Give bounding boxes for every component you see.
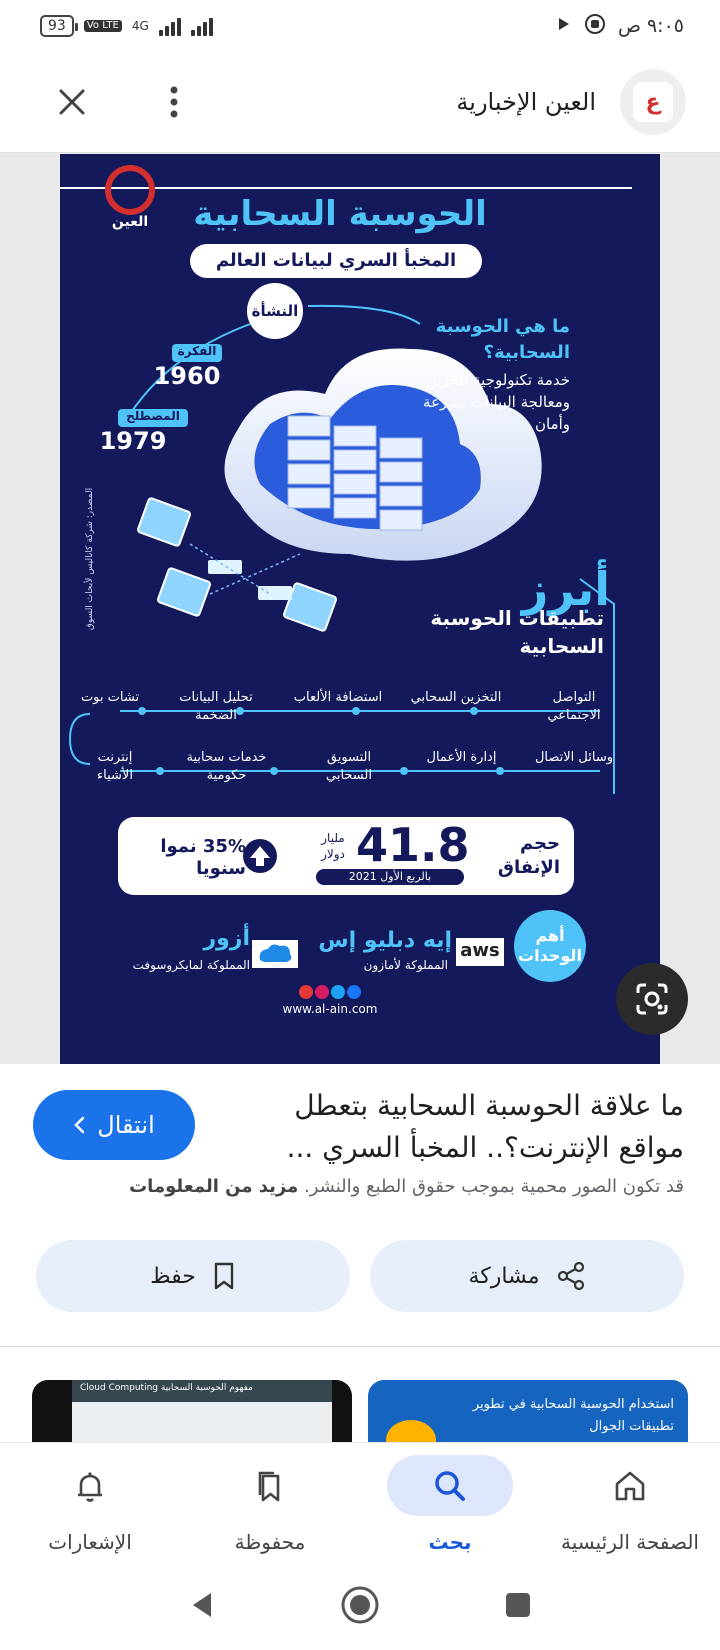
- info-spend-value: 41.8: [356, 818, 470, 872]
- signal-icon: [158, 16, 181, 36]
- infographic-image: العين الحوسبة السحابية المخبأ السري لبيا…: [60, 154, 660, 1064]
- status-bar: 93 Vo LTE 4G ٩:٠٥ ص: [0, 0, 720, 52]
- visit-label: انتقال: [97, 1111, 155, 1139]
- recents-square-icon: [506, 1593, 530, 1617]
- search-icon: [435, 1470, 465, 1501]
- nav-search[interactable]: بحث: [360, 1443, 540, 1554]
- lens-button[interactable]: [616, 963, 688, 1035]
- info-spend-unit: مليار دولار: [321, 831, 345, 861]
- thumb-1-text: استخدام الحوسبة السحابية في تطوير تطبيقا…: [472, 1397, 674, 1434]
- info-spend-period: بالربع الأول 2021: [348, 870, 432, 883]
- app-item: التخزين السحابي: [410, 690, 502, 705]
- info-azure-name: أزور: [203, 926, 250, 951]
- info-apps-title-small: تطبيقات الحوسبة السحابية: [430, 606, 604, 658]
- viewer-header: ع العين الإخبارية: [0, 58, 720, 146]
- back-triangle-icon: [193, 1593, 211, 1617]
- battery-indicator: 93: [40, 15, 78, 37]
- nav-notifications[interactable]: الإشعارات: [0, 1443, 180, 1554]
- system-recents-button[interactable]: [494, 1581, 542, 1629]
- home-circle-icon: [341, 1586, 379, 1624]
- app-item: استضافة الألعاب: [293, 690, 383, 705]
- info-term-label: المصطلح: [126, 409, 180, 423]
- info-units-label: أهم الوحدات: [518, 926, 582, 965]
- network-type: 4G: [131, 19, 149, 33]
- close-button[interactable]: [50, 80, 94, 124]
- nav-home-label: الصفحة الرئيسية: [561, 1530, 699, 1554]
- bottom-navigation: الصفحة الرئيسية بحث محفوظة الإشعارات: [0, 1442, 720, 1554]
- info-spend-label: حجم الإنفاق: [497, 833, 560, 878]
- header-actions: [50, 80, 196, 124]
- system-back-button[interactable]: [178, 1581, 226, 1629]
- record-icon: [584, 13, 606, 40]
- bookmarks-icon: [258, 1471, 280, 1501]
- app-item: إدارة الأعمال: [426, 750, 497, 765]
- copyright-notice: قد تكون الصور محمية بموجب حقوق الطبع وال…: [24, 1176, 684, 1197]
- system-home-button[interactable]: [336, 1581, 384, 1629]
- more-options-button[interactable]: [152, 80, 196, 124]
- copyright-text: قد تكون الصور محمية بموجب حقوق الطبع وال…: [303, 1176, 684, 1197]
- info-azure-owner: المملوكة لمايكروسوفت: [132, 958, 250, 972]
- status-left: 93 Vo LTE 4G: [40, 15, 213, 37]
- source-name: العين الإخبارية: [456, 88, 596, 116]
- info-idea-year: 1960: [153, 362, 221, 390]
- status-time: ٩:٠٥ ص: [617, 15, 684, 37]
- share-button[interactable]: مشاركة: [370, 1240, 684, 1312]
- app-item: تحليل البيانات الضخمة: [179, 690, 253, 723]
- nav-search-label: بحث: [428, 1530, 472, 1554]
- nav-notifications-label: الإشعارات: [48, 1530, 132, 1554]
- source-logo-letter: ع: [645, 89, 661, 115]
- app-item: تشات بوت: [80, 690, 140, 705]
- save-label: حفظ: [150, 1263, 196, 1289]
- more-vert-icon: [170, 86, 178, 118]
- app-item: التسويق السحابي: [326, 750, 372, 783]
- info-title: الحوسبة السحابية: [193, 194, 487, 234]
- signal-icon-2: [190, 16, 213, 36]
- info-answer: خدمة تكنولوجية لتخزين ومعالجة البيانات ب…: [423, 371, 570, 433]
- apps-row-2: وسائل الاتصال إدارة الأعمال التسويق السح…: [80, 749, 620, 785]
- save-button[interactable]: حفظ: [36, 1240, 350, 1312]
- info-subtitle: المخبأ السري لبيانات العالم: [215, 250, 457, 271]
- bell-icon: [78, 1471, 102, 1502]
- volte-badge: Vo LTE: [83, 20, 122, 32]
- divider: [0, 1346, 720, 1347]
- image-preview[interactable]: العين الحوسبة السحابية المخبأ السري لبيا…: [0, 152, 720, 1064]
- info-source-note: المصدر: شركة كاناليس لأبحاث السوق: [85, 487, 95, 631]
- app-item: وسائل الاتصال: [534, 750, 614, 765]
- chevron-left-icon: [74, 1116, 85, 1134]
- info-term-year: 1979: [99, 427, 167, 455]
- app-item: التواصل الاجتماعي: [547, 690, 601, 723]
- info-idea-label: الفكرة: [177, 344, 217, 358]
- info-origin-label: النشأة: [251, 302, 299, 320]
- home-icon: [615, 1471, 645, 1500]
- info-aws-logo: aws: [460, 940, 500, 961]
- system-navigation: [0, 1560, 720, 1650]
- info-logo-text: العين: [111, 214, 149, 230]
- close-icon: [59, 89, 85, 115]
- nav-saved-label: محفوظة: [234, 1530, 306, 1554]
- result-title[interactable]: ما علاقة الحوسبة السحابية بتعطل مواقع ال…: [264, 1085, 684, 1169]
- source-link[interactable]: ع العين الإخبارية: [456, 69, 686, 135]
- info-question: ما هي الحوسبة السحابية؟: [435, 316, 570, 363]
- source-logo: ع: [620, 69, 686, 135]
- info-growth: 35% نموا سنويا: [160, 836, 246, 879]
- app-item: خدمات سحابية حكومية: [186, 750, 267, 783]
- share-icon: [557, 1261, 584, 1291]
- visit-button[interactable]: انتقال: [33, 1090, 195, 1160]
- nav-saved[interactable]: محفوظة: [180, 1443, 360, 1554]
- status-right: ٩:٠٥ ص: [556, 13, 684, 40]
- play-icon: [556, 15, 572, 37]
- share-label: مشاركة: [468, 1263, 540, 1289]
- nav-home[interactable]: الصفحة الرئيسية: [540, 1443, 720, 1554]
- app-item: إنترنت الأشياء: [97, 750, 133, 783]
- bookmark-icon: [214, 1262, 234, 1290]
- info-aws-name: إيه دبليو إس: [318, 928, 452, 953]
- info-website: www.al-ain.com: [282, 1002, 378, 1016]
- apps-row-1: التواصل الاجتماعي التخزين السحابي استضاف…: [80, 689, 620, 725]
- info-aws-owner: المملوكة لأمازون: [363, 958, 448, 972]
- thumb-2-text: Cloud Computing مفهوم الحوسبة السحابية: [80, 1383, 253, 1393]
- more-info-link[interactable]: مزيد من المعلومات: [129, 1176, 298, 1197]
- lens-icon: [636, 983, 668, 1015]
